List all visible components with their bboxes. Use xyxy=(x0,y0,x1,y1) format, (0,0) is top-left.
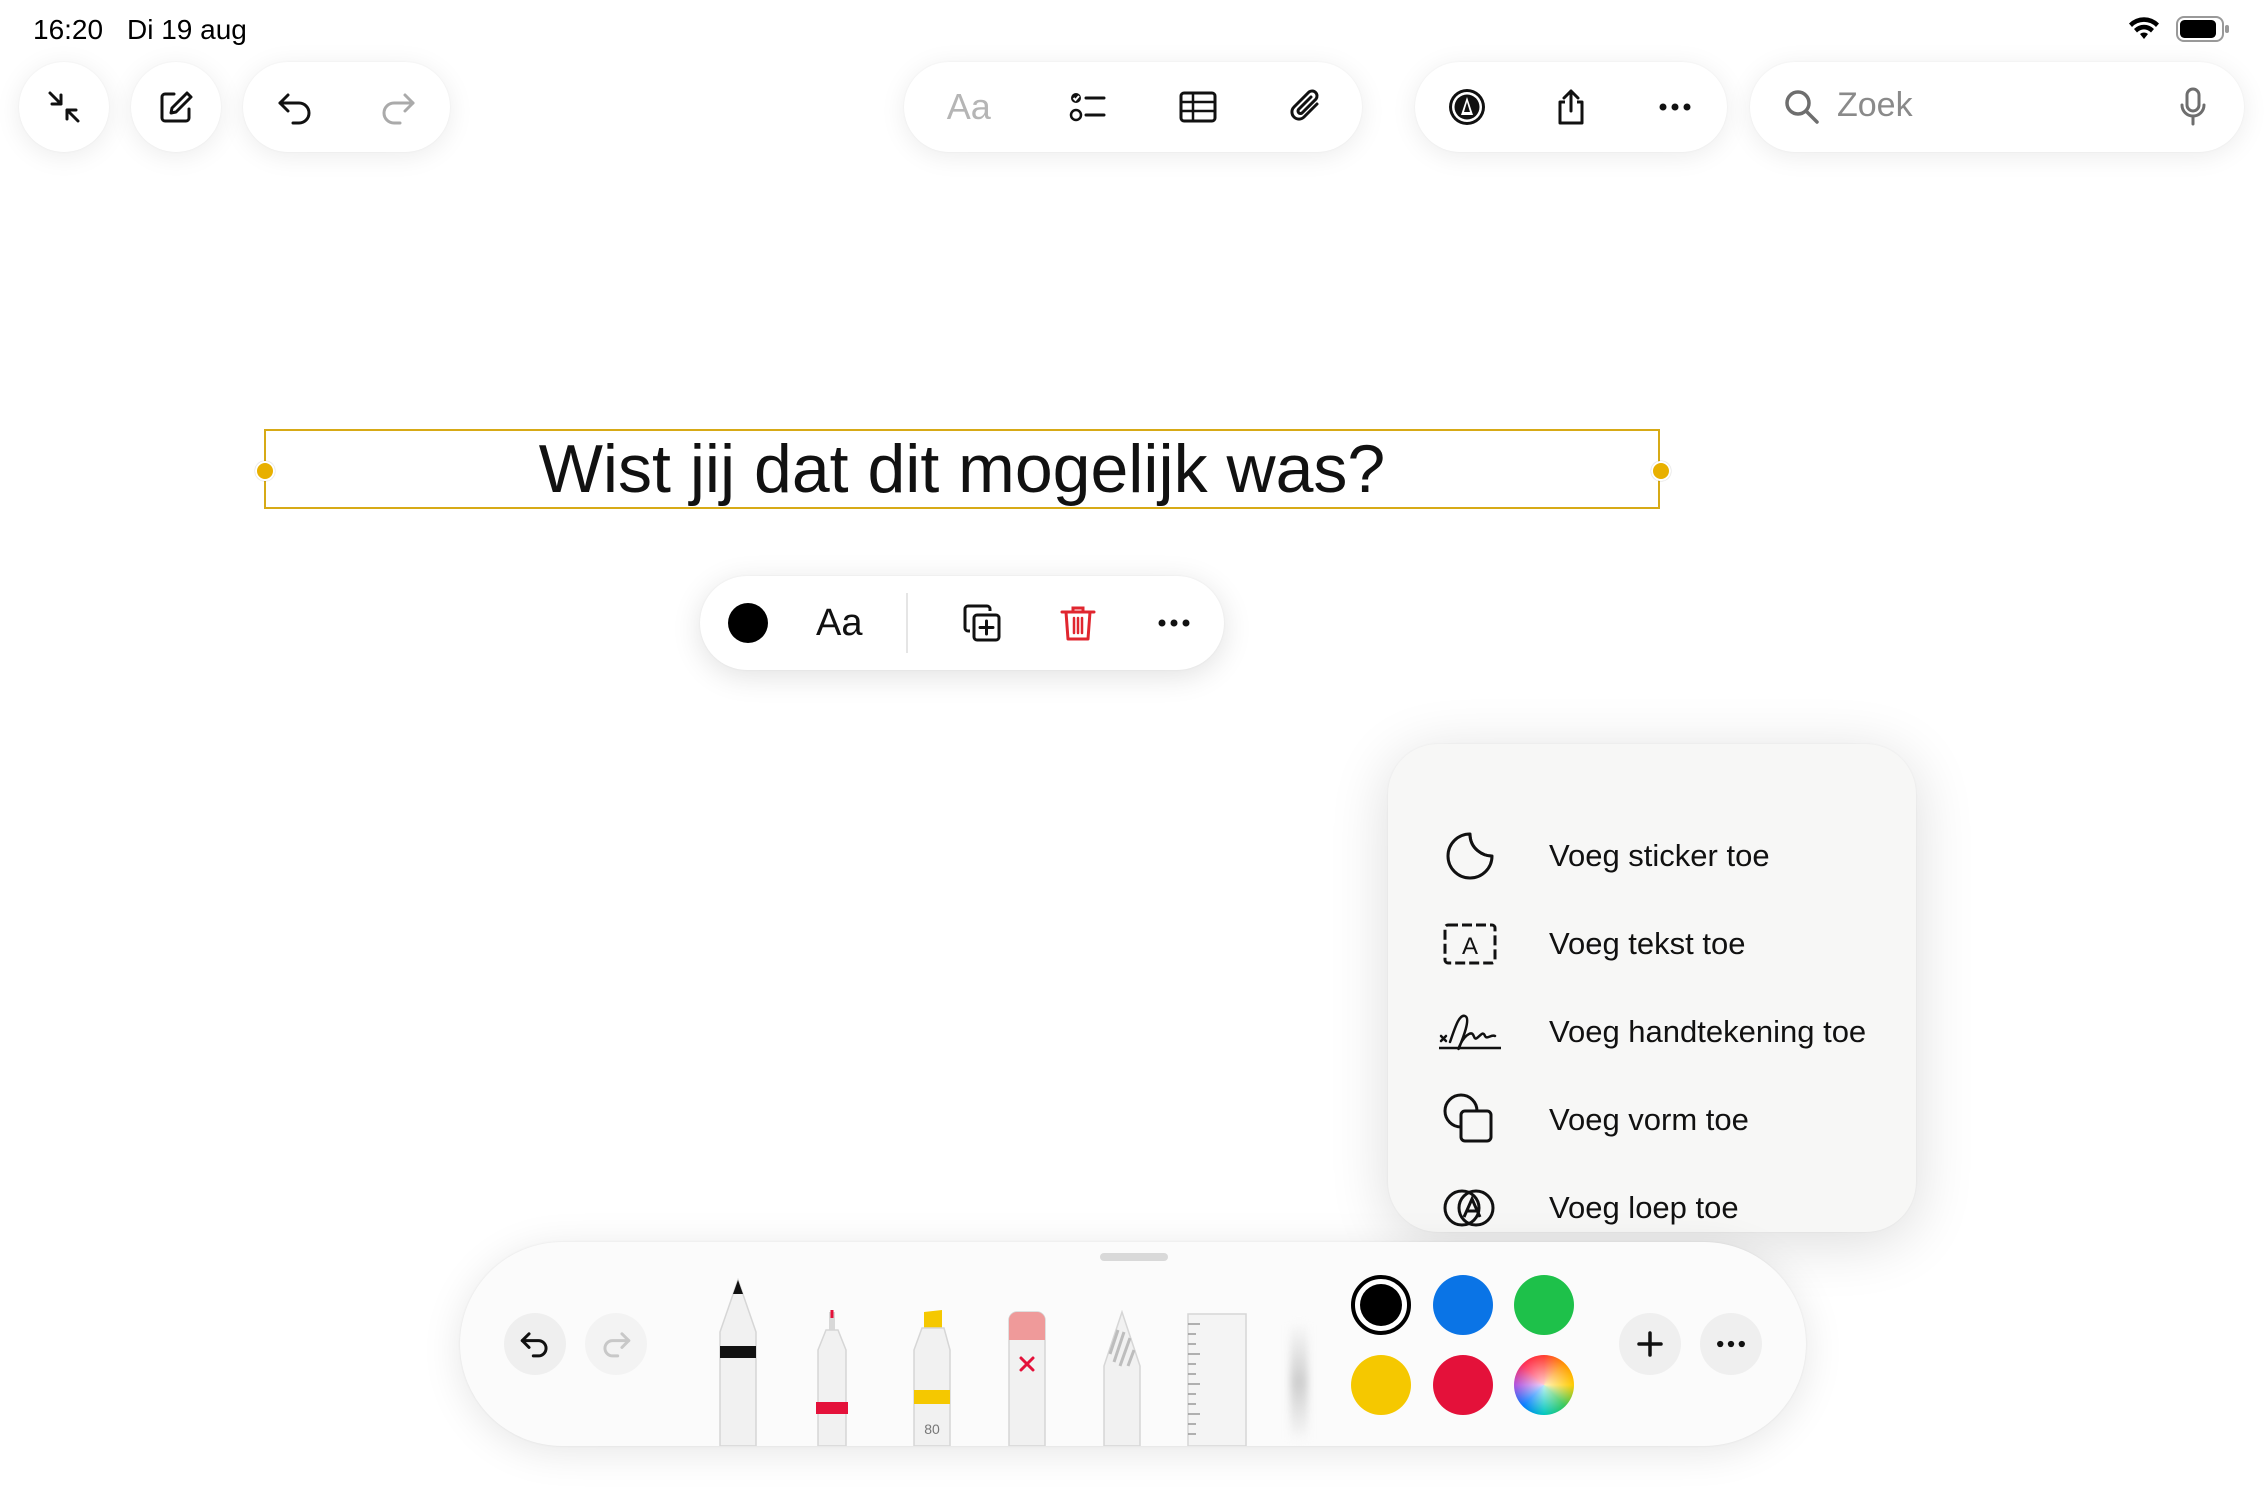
menu-item-label: Voeg handtekening toe xyxy=(1549,1014,1867,1049)
color-swatch-multicolor[interactable] xyxy=(1514,1355,1574,1415)
lasso-tool[interactable] xyxy=(1100,1310,1144,1446)
menu-item-shape[interactable]: Voeg vorm toe xyxy=(1388,1076,1916,1164)
more-icon xyxy=(1717,1340,1745,1348)
markup-icon[interactable] xyxy=(1437,77,1497,137)
format-toolbar: Aa xyxy=(904,62,1362,152)
highlighter-size-label: 80 xyxy=(924,1421,940,1437)
palette-grabber[interactable] xyxy=(1100,1253,1168,1261)
checklist-icon[interactable] xyxy=(1058,77,1118,137)
wifi-icon xyxy=(2128,17,2160,46)
color-swatch-blue[interactable] xyxy=(1433,1275,1493,1335)
microphone-icon[interactable] xyxy=(2178,87,2208,132)
table-icon[interactable] xyxy=(1168,77,1228,137)
text-color-button[interactable] xyxy=(728,603,768,643)
menu-item-label: Voeg loep toe xyxy=(1549,1190,1739,1225)
menu-item-signature[interactable]: Voeg handtekening toe xyxy=(1388,988,1916,1076)
eraser-tool[interactable] xyxy=(1005,1310,1049,1446)
resize-handle-left[interactable] xyxy=(255,461,275,481)
status-time: 16:20 xyxy=(33,14,104,45)
more-icon[interactable] xyxy=(1645,77,1705,137)
format-button[interactable]: Aa xyxy=(929,77,1009,137)
palette-more-button[interactable] xyxy=(1700,1313,1762,1375)
extra-tool-faded[interactable] xyxy=(1290,1322,1308,1442)
ruler-tool[interactable] xyxy=(1184,1310,1250,1446)
color-swatch-yellow[interactable] xyxy=(1351,1355,1411,1415)
fineliner-tool[interactable] xyxy=(812,1310,852,1446)
add-button[interactable] xyxy=(1619,1313,1681,1375)
tool-palette: 80 xyxy=(460,1242,1806,1446)
add-menu: Voeg sticker toe A Voeg tekst toe Voeg h… xyxy=(1388,744,1916,1232)
collapse-button[interactable] xyxy=(19,62,109,152)
sticker-icon xyxy=(1436,826,1504,886)
canvas-text-box[interactable]: Wist jij dat dit mogelijk was? xyxy=(264,429,1660,509)
menu-item-label: Voeg sticker toe xyxy=(1549,838,1770,873)
battery-icon xyxy=(2176,16,2230,47)
menu-item-sticker[interactable]: Voeg sticker toe xyxy=(1388,812,1916,900)
share-icon[interactable] xyxy=(1541,77,1601,137)
color-swatch-green[interactable] xyxy=(1514,1275,1574,1335)
duplicate-icon[interactable] xyxy=(952,593,1012,653)
text-context-toolbar: Aa xyxy=(700,576,1224,670)
color-swatch-black[interactable] xyxy=(1351,1275,1411,1335)
search-icon xyxy=(1782,87,1822,132)
menu-item-label: Voeg tekst toe xyxy=(1549,926,1746,961)
undo-redo-group xyxy=(243,62,450,152)
svg-text:A: A xyxy=(1462,933,1478,960)
more-options-icon[interactable] xyxy=(1144,593,1204,653)
trash-icon[interactable] xyxy=(1048,593,1108,653)
compose-icon xyxy=(146,77,206,137)
undo-icon xyxy=(520,1332,548,1358)
menu-item-magnifier[interactable]: Voeg loep toe xyxy=(1388,1164,1916,1252)
search-input[interactable]: Zoek xyxy=(1837,86,1913,125)
redo-icon xyxy=(603,1332,631,1358)
highlighter-tool[interactable]: 80 xyxy=(910,1310,954,1446)
color-swatch-red[interactable] xyxy=(1433,1355,1493,1415)
status-indicators xyxy=(2128,16,2230,47)
attachment-icon[interactable] xyxy=(1277,77,1337,137)
format-label: Aa xyxy=(946,86,991,127)
plus-icon xyxy=(1637,1331,1663,1357)
search-bar[interactable]: Zoek xyxy=(1750,62,2244,152)
resize-handle-right[interactable] xyxy=(1651,461,1671,481)
menu-item-label: Voeg vorm toe xyxy=(1549,1102,1749,1137)
magnifier-icon xyxy=(1436,1178,1504,1238)
new-note-button[interactable] xyxy=(131,62,221,152)
divider xyxy=(906,593,909,653)
markup-share-toolbar xyxy=(1415,62,1727,152)
text-box-icon: A xyxy=(1436,914,1504,974)
palette-redo-button[interactable] xyxy=(585,1313,647,1375)
signature-icon xyxy=(1436,1002,1504,1062)
font-button[interactable]: Aa xyxy=(816,602,862,645)
pen-tool[interactable] xyxy=(716,1274,760,1446)
palette-undo-button[interactable] xyxy=(504,1313,566,1375)
menu-item-text[interactable]: A Voeg tekst toe xyxy=(1388,900,1916,988)
status-date: Di 19 aug xyxy=(127,14,247,45)
shapes-icon xyxy=(1436,1090,1504,1150)
canvas-text[interactable]: Wist jij dat dit mogelijk was? xyxy=(539,430,1385,508)
undo-icon[interactable] xyxy=(265,77,325,137)
redo-icon[interactable] xyxy=(368,77,428,137)
collapse-icon xyxy=(34,77,94,137)
